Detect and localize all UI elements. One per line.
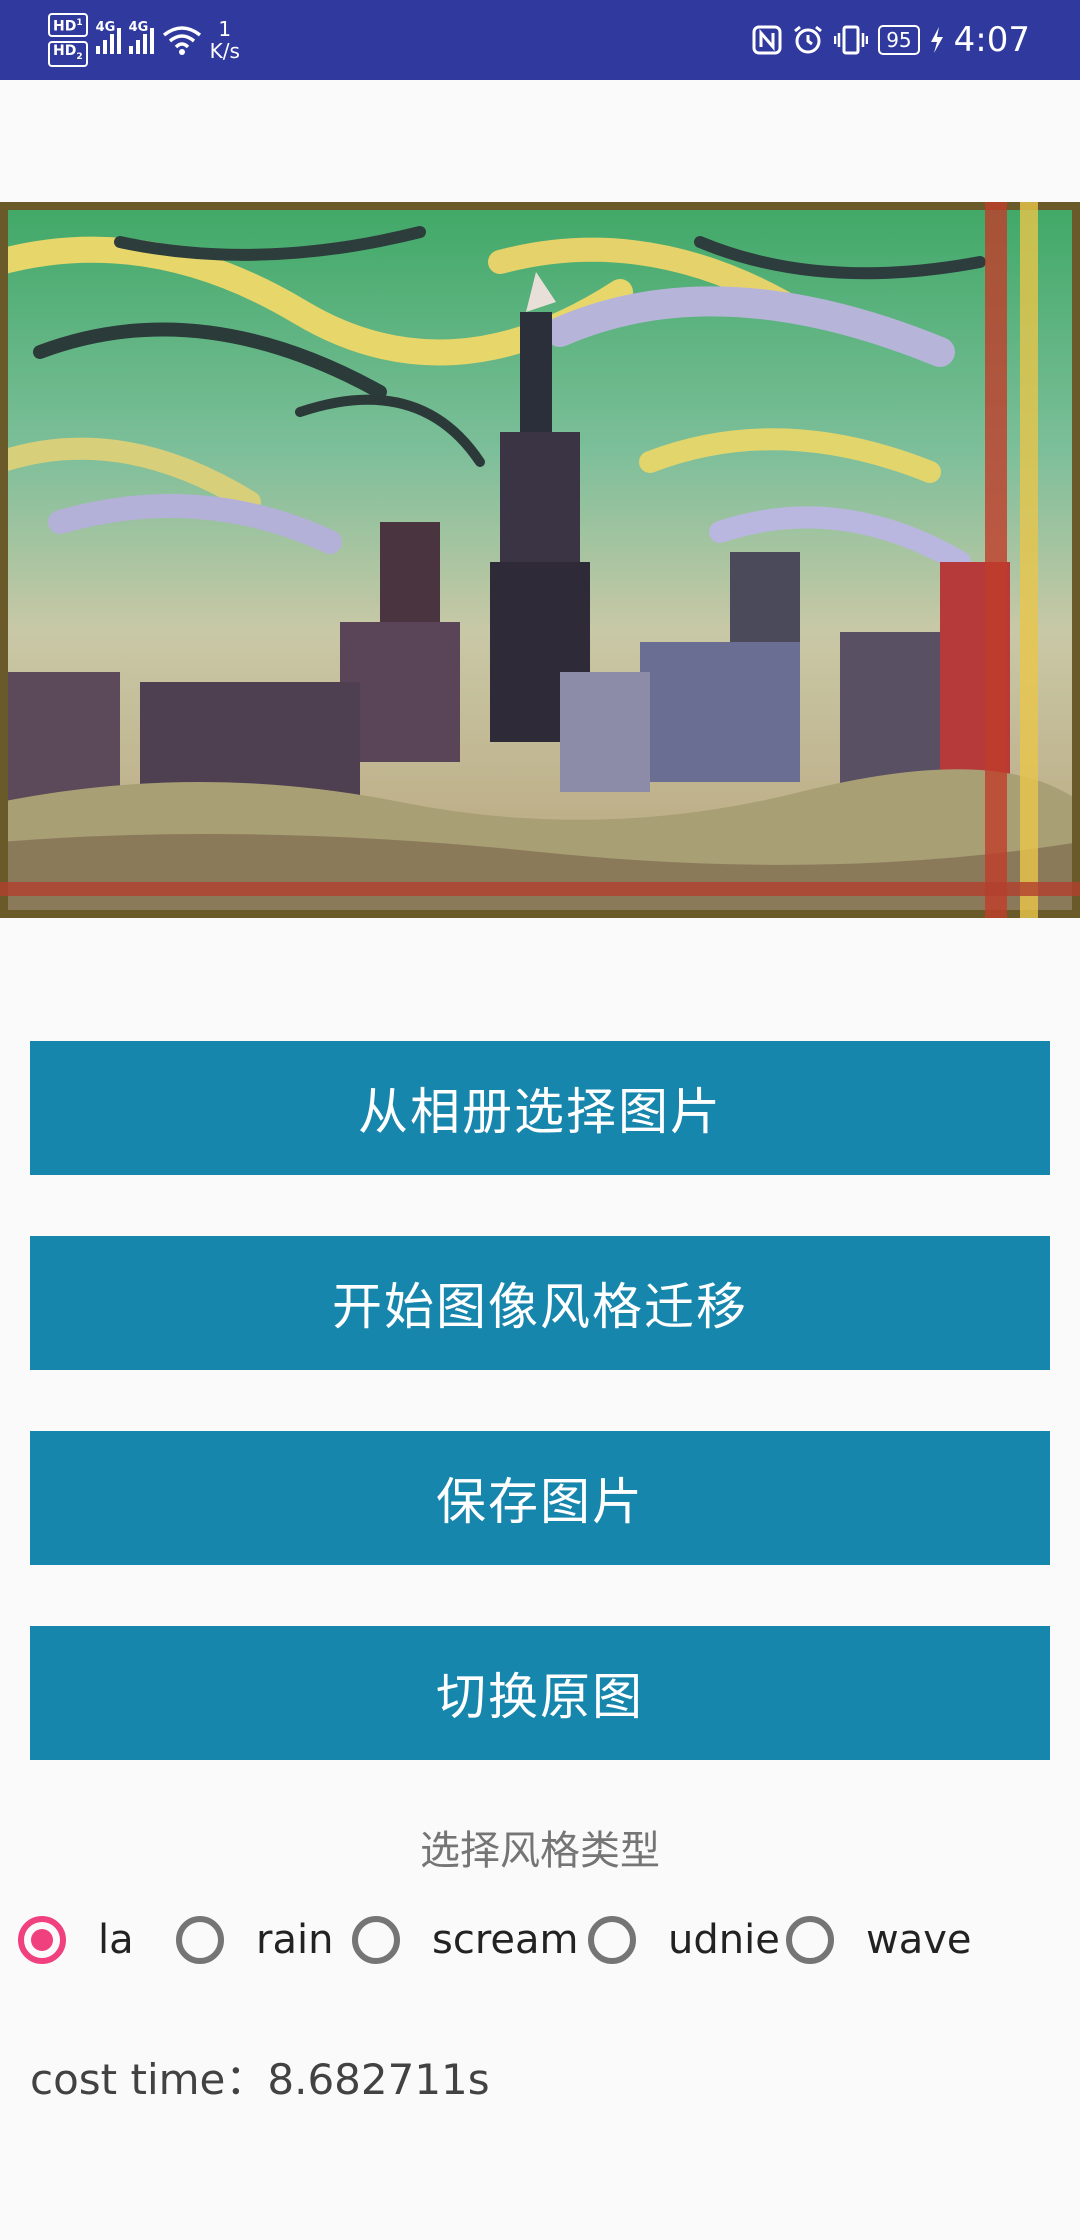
status-bar: HD1 HD2 4G 4G 1 K/s 95 4:07 <box>0 0 1080 80</box>
radio-udnie[interactable]: udnie <box>588 1910 780 1970</box>
battery-indicator: 95 <box>878 25 920 55</box>
radio-scream[interactable]: scream <box>352 1910 578 1970</box>
hd2-badge: HD2 <box>48 40 88 67</box>
radio-circle[interactable] <box>588 1916 636 1964</box>
radio-label-wave: wave <box>866 1917 972 1963</box>
stylized-city-image <box>0 202 1080 918</box>
save-image-button[interactable]: 保存图片 <box>30 1431 1050 1565</box>
charging-icon <box>930 27 943 53</box>
vibrate-icon <box>834 25 869 55</box>
radio-rain[interactable]: rain <box>176 1910 333 1970</box>
signal-icon: 4G <box>95 20 121 54</box>
status-right: 95 4:07 <box>752 10 1030 70</box>
net-speed: 1 K/s <box>209 17 240 63</box>
stylized-image-art <box>0 202 1080 918</box>
radio-circle[interactable] <box>786 1916 834 1964</box>
radio-label-scream: scream <box>432 1917 579 1963</box>
radio-circle-checked[interactable] <box>18 1916 66 1964</box>
wifi-icon <box>162 26 201 55</box>
radio-label-rain: rain <box>256 1917 334 1963</box>
style-type-label: 选择风格类型 <box>420 1828 660 1874</box>
pick-image-button[interactable]: 从相册选择图片 <box>30 1041 1050 1175</box>
radio-la[interactable]: la <box>18 1910 134 1970</box>
alarm-icon <box>794 25 823 54</box>
radio-label-la: la <box>98 1917 134 1963</box>
clock: 4:07 <box>953 20 1030 60</box>
radio-circle[interactable] <box>352 1916 400 1964</box>
hd-indicators: HD1 HD2 <box>48 13 88 67</box>
radio-circle[interactable] <box>176 1916 224 1964</box>
signal-icon-2: 4G <box>128 20 154 54</box>
radio-label-udnie: udnie <box>668 1917 780 1963</box>
hd1-badge: HD1 <box>48 13 88 37</box>
radio-wave[interactable]: wave <box>786 1910 972 1970</box>
cost-time-text: cost time：8.682711s <box>30 2055 490 2104</box>
toggle-original-button[interactable]: 切换原图 <box>30 1626 1050 1760</box>
status-left: HD1 HD2 4G 4G 1 K/s <box>48 10 240 70</box>
start-transfer-button[interactable]: 开始图像风格迁移 <box>30 1236 1050 1370</box>
nfc-icon <box>752 25 782 55</box>
